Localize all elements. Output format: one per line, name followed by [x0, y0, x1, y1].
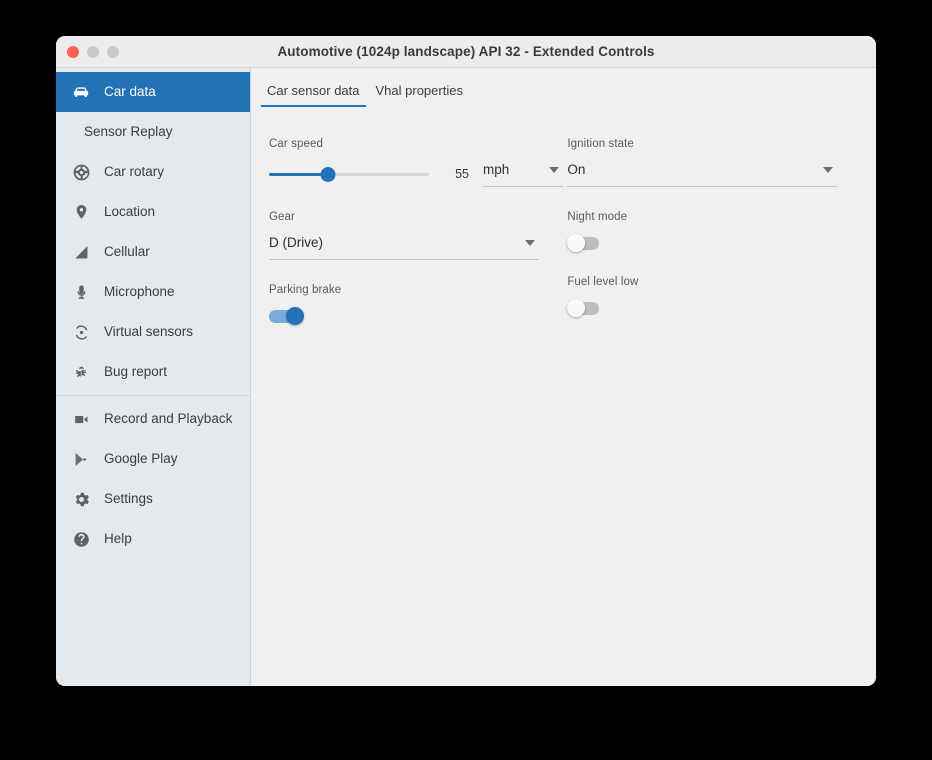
bug-icon	[70, 361, 92, 383]
sidebar-item-label: Location	[104, 205, 155, 219]
sidebar-item-label: Car rotary	[104, 165, 164, 179]
car-speed-label: Car speed	[269, 138, 567, 150]
left-column: Car speed 55 mph	[269, 138, 567, 349]
tab-vhal-properties[interactable]: Vhal properties	[370, 80, 469, 107]
car-icon	[70, 81, 92, 103]
sidebar-item-google-play[interactable]: Google Play	[56, 439, 250, 479]
fuel-level-low-field: Fuel level low	[567, 276, 856, 317]
parking-brake-toggle[interactable]	[269, 307, 305, 325]
extended-controls-window: Automotive (1024p landscape) API 32 - Ex…	[56, 36, 876, 686]
car-speed-unit-select[interactable]: mph	[483, 161, 563, 187]
sidebar-item-label: Car data	[104, 85, 156, 99]
window-title: Automotive (1024p landscape) API 32 - Ex…	[56, 44, 876, 59]
window-titlebar: Automotive (1024p landscape) API 32 - Ex…	[56, 36, 876, 68]
sidebar-item-sensor-replay[interactable]: Sensor Replay	[56, 112, 250, 152]
microphone-icon	[70, 281, 92, 303]
sidebar: Car data Sensor Replay Car rotary	[56, 68, 251, 686]
minimize-button[interactable]	[87, 46, 99, 58]
car-speed-value: 55	[435, 167, 469, 181]
sidebar-item-car-data[interactable]: Car data	[56, 72, 250, 112]
sidebar-item-label: Cellular	[104, 245, 150, 259]
night-mode-label: Night mode	[567, 211, 856, 223]
parking-brake-label: Parking brake	[269, 284, 567, 296]
sidebar-item-virtual-sensors[interactable]: Virtual sensors	[56, 312, 250, 352]
ignition-state-select[interactable]: On	[567, 161, 837, 187]
sidebar-item-help[interactable]: Help	[56, 519, 250, 559]
sidebar-item-label: Bug report	[104, 365, 167, 379]
window-body: Car data Sensor Replay Car rotary	[56, 68, 876, 686]
help-circle-icon	[70, 528, 92, 550]
tab-bar: Car sensor data Vhal properties	[251, 68, 876, 107]
sidebar-item-bug-report[interactable]: Bug report	[56, 352, 250, 392]
tab-label: Car sensor data	[267, 83, 360, 98]
parking-brake-field: Parking brake	[269, 284, 567, 325]
maximize-button[interactable]	[107, 46, 119, 58]
location-pin-icon	[70, 201, 92, 223]
sidebar-item-microphone[interactable]: Microphone	[56, 272, 250, 312]
sidebar-item-settings[interactable]: Settings	[56, 479, 250, 519]
traffic-light-buttons	[56, 46, 119, 58]
tab-car-sensor-data[interactable]: Car sensor data	[261, 80, 366, 107]
night-mode-toggle[interactable]	[567, 234, 603, 252]
signal-bars-icon	[70, 241, 92, 263]
toggle-knob	[286, 307, 304, 325]
fuel-level-low-toggle[interactable]	[567, 299, 603, 317]
gear-label: Gear	[269, 211, 567, 223]
gear-icon	[70, 488, 92, 510]
right-column: Ignition state On Night mode	[567, 138, 856, 349]
car-sensor-data-panel: Car speed 55 mph	[251, 116, 876, 686]
video-camera-icon	[70, 408, 92, 430]
gear-value: D (Drive)	[269, 234, 323, 252]
sidebar-item-label: Record and Playback	[104, 412, 232, 426]
gear-field: Gear D (Drive)	[269, 211, 567, 260]
ignition-state-label: Ignition state	[567, 138, 856, 150]
car-speed-field: Car speed 55 mph	[269, 138, 567, 187]
sidebar-item-label: Help	[104, 532, 132, 546]
car-speed-slider[interactable]	[269, 165, 429, 183]
gear-select[interactable]: D (Drive)	[269, 234, 539, 260]
slider-fill	[269, 173, 328, 176]
sidebar-item-label: Google Play	[104, 452, 178, 466]
ignition-state-field: Ignition state On	[567, 138, 856, 187]
virtual-sensors-icon	[70, 321, 92, 343]
sidebar-item-location[interactable]: Location	[56, 192, 250, 232]
slider-handle[interactable]	[321, 167, 336, 182]
steering-wheel-icon	[70, 161, 92, 183]
google-play-icon	[70, 448, 92, 470]
sidebar-item-label: Sensor Replay	[84, 125, 173, 139]
content-area: Car sensor data Vhal properties Car spee…	[251, 68, 876, 686]
tab-label: Vhal properties	[376, 83, 463, 98]
ignition-state-value: On	[567, 161, 585, 179]
sidebar-divider	[56, 395, 250, 396]
close-button[interactable]	[67, 46, 79, 58]
car-speed-unit-value: mph	[483, 161, 509, 179]
chevron-down-icon	[525, 240, 535, 246]
chevron-down-icon	[549, 167, 559, 173]
sidebar-item-car-rotary[interactable]: Car rotary	[56, 152, 250, 192]
sidebar-item-record-and-playback[interactable]: Record and Playback	[56, 399, 250, 439]
sidebar-item-label: Microphone	[104, 285, 175, 299]
chevron-down-icon	[823, 167, 833, 173]
sidebar-item-cellular[interactable]: Cellular	[56, 232, 250, 272]
sidebar-item-label: Virtual sensors	[104, 325, 193, 339]
sidebar-item-label: Settings	[104, 492, 153, 506]
fuel-level-low-label: Fuel level low	[567, 276, 856, 288]
night-mode-field: Night mode	[567, 211, 856, 252]
